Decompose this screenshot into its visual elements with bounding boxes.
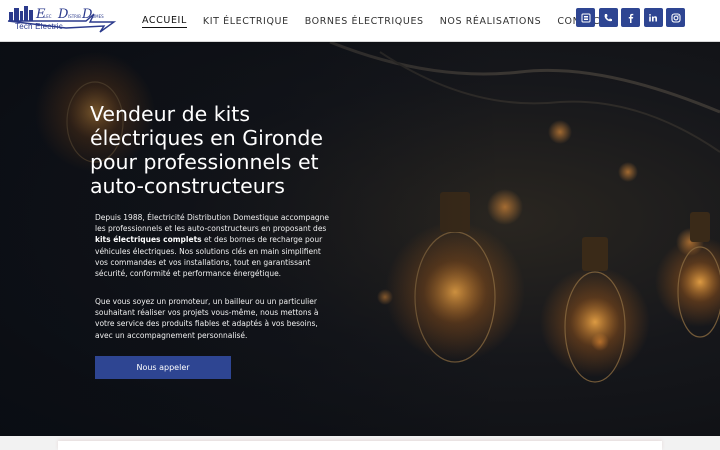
hero-section: Vendeur de kits électriques en Gironde p… bbox=[0, 42, 720, 436]
linkedin-icon bbox=[649, 13, 657, 21]
main-nav: ACCUEIL KIT ÉLECTRIQUE BORNES ÉLECTRIQUE… bbox=[142, 0, 623, 42]
social-links bbox=[573, 8, 685, 27]
hero-paragraph-2: Que vous soyez un promoteur, un bailleur… bbox=[95, 297, 319, 340]
hero-paragraph-1: Depuis 1988, Électricité Distribution Do… bbox=[95, 212, 335, 279]
facebook-icon bbox=[628, 13, 633, 23]
site-header: E D D LEC ISTRIB OMES Tech Electric ACCU… bbox=[0, 0, 720, 42]
logo[interactable]: E D D LEC ISTRIB OMES Tech Electric bbox=[6, 2, 118, 38]
nav-item-nos-realisations[interactable]: NOS RÉALISATIONS bbox=[440, 16, 542, 27]
phone-button[interactable] bbox=[598, 8, 618, 27]
logo-graphic: E D D LEC ISTRIB OMES bbox=[7, 6, 117, 33]
nav-item-accueil[interactable]: ACCUEIL bbox=[142, 15, 187, 28]
email-button[interactable] bbox=[576, 8, 595, 27]
email-icon bbox=[581, 13, 590, 22]
call-us-button[interactable]: Nous appeler bbox=[95, 356, 231, 379]
hero-title: Vendeur de kits électriques en Gironde p… bbox=[90, 102, 324, 198]
nav-item-bornes-electriques[interactable]: BORNES ÉLECTRIQUES bbox=[305, 16, 424, 27]
svg-text:LEC: LEC bbox=[44, 14, 52, 19]
logo-tagline: Tech Electric bbox=[15, 22, 63, 31]
svg-text:ISTRIB: ISTRIB bbox=[68, 14, 81, 19]
next-section-card bbox=[58, 441, 662, 450]
instagram-icon bbox=[670, 12, 681, 23]
nav-item-kit-electrique[interactable]: KIT ÉLECTRIQUE bbox=[203, 16, 289, 27]
linkedin-button[interactable] bbox=[643, 8, 663, 27]
phone-icon bbox=[604, 13, 612, 21]
hero-paragraph-1-bold: kits électriques complets bbox=[95, 235, 202, 245]
facebook-button[interactable] bbox=[621, 8, 640, 27]
hero-paragraph-1-start: Depuis 1988, Électricité Distribution Do… bbox=[95, 213, 330, 234]
instagram-button[interactable] bbox=[666, 8, 685, 27]
